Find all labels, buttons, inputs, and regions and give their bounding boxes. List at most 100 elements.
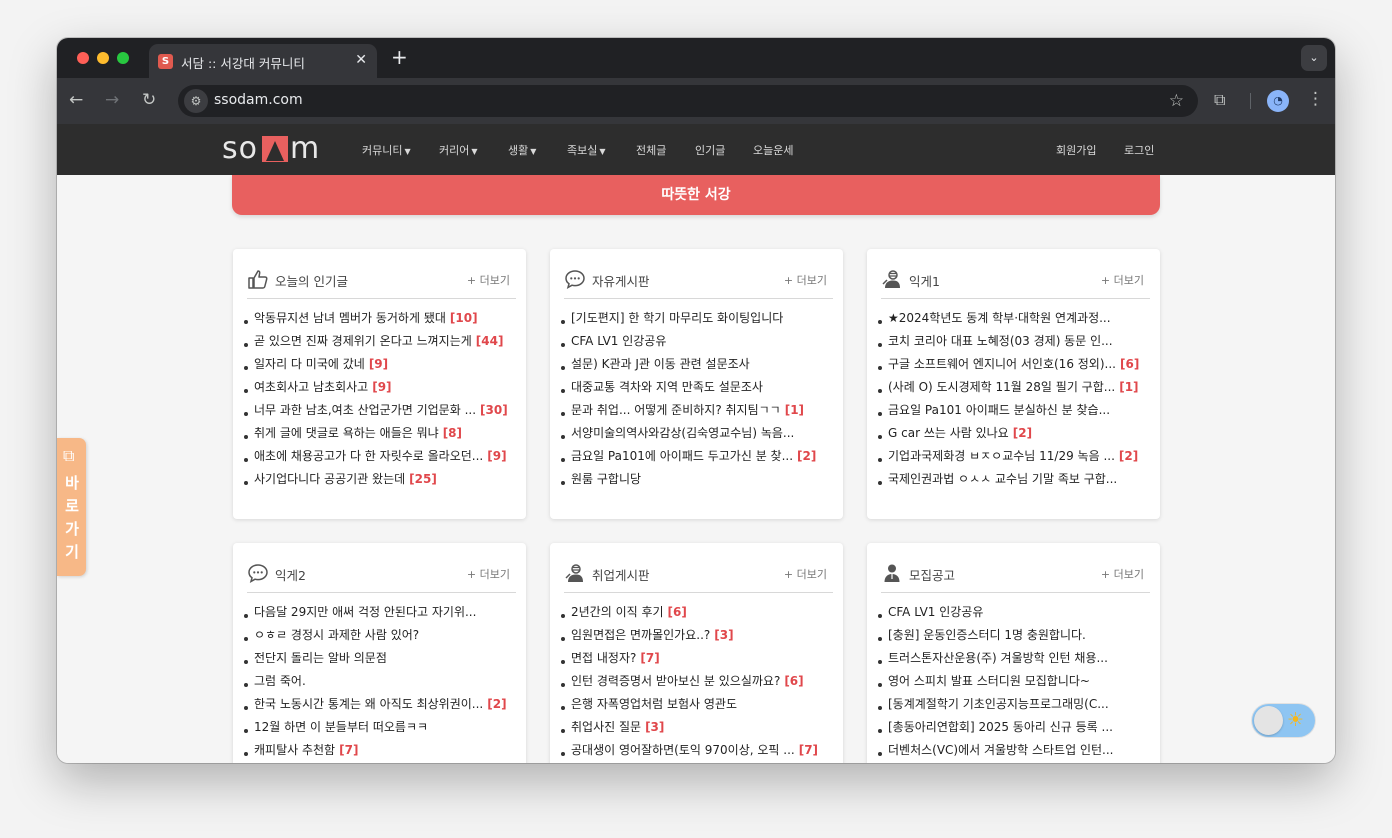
bookmark-star-icon[interactable]: ☆ [1169,91,1184,111]
post-item[interactable]: 은행 자폭영업처럼 보험사 영관도 [560,693,835,716]
post-item[interactable]: 인턴 경력증명서 받아보신 분 있으실까요? [6] [560,670,835,693]
post-item[interactable]: 곧 있으면 진짜 경제위기 온다고 느껴지는게 [44] [243,330,518,353]
browser-tab-active[interactable]: S 서담 :: 서강대 커뮤니티 ✕ [149,44,377,78]
chat-bubble-icon [565,270,585,290]
more-link[interactable]: + 더보기 [467,272,510,288]
comment-count: [2] [797,449,817,463]
post-item[interactable]: 기업과국제화경 ㅂㅈㅇ교수님 11/29 녹음 ... [2] [877,445,1152,468]
post-item[interactable]: ★2024학년도 동계 학부·대학원 연계과정... [877,307,1152,330]
post-item[interactable]: 악동뮤지션 남녀 멤버가 동거하게 됐대 [10] [243,307,518,330]
zoom-window-button[interactable] [117,52,129,64]
post-item[interactable]: 여초회사고 남초회사고 [9] [243,376,518,399]
more-link[interactable]: + 더보기 [467,566,510,582]
post-item[interactable]: G car 쓰는 사람 있나요 [2] [877,422,1152,445]
tab-search-button[interactable]: ⌄ [1301,45,1327,71]
more-link[interactable]: + 더보기 [784,566,827,582]
post-item[interactable]: 대중교통 격차와 지역 만족도 설문조사 [560,376,835,399]
post-item[interactable]: 취게 글에 댓글로 욕하는 애들은 뭐냐 [8] [243,422,518,445]
post-item[interactable]: 코치 코리아 대표 노혜정(03 경제) 동문 인... [877,330,1152,353]
svg-text:m: m [290,131,319,165]
menu-career[interactable]: 커리어 ▼ [439,142,478,158]
post-item[interactable]: 너무 과한 남초,여초 산업군가면 기업문화 ... [30] [243,399,518,422]
board-title[interactable]: 취업게시판 [592,565,650,584]
board-title[interactable]: 모집공고 [909,565,955,584]
post-item[interactable]: 공대생이 영어잘하면(토익 970이상, 오픽 ... [7] [560,739,835,762]
more-link[interactable]: + 더보기 [784,272,827,288]
post-item[interactable]: 영어 스피치 발표 스터디원 모집합니다~ [877,670,1152,693]
welcome-banner[interactable]: 따뜻한 서강 [232,175,1160,215]
post-item[interactable]: 국제인권과법 ㅇㅅㅅ 교수님 기말 족보 구합... [877,468,1152,491]
sodam-logo[interactable]: so m [222,131,337,165]
new-tab-button[interactable]: + [391,47,408,67]
post-item[interactable]: 캐피탈사 추천함 [7] [243,739,518,762]
post-item[interactable]: 한국 노동시간 통계는 왜 아직도 최상위권이... [2] [243,693,518,716]
reload-button[interactable]: ↻ [142,90,156,110]
comment-count: [25] [409,472,437,486]
post-item[interactable]: 전단지 돌리는 알바 의문점 [243,647,518,670]
post-item[interactable]: 원룸 구합니당 [560,468,835,491]
forward-button[interactable]: → [105,90,119,110]
post-item[interactable]: 구글 소프트웨어 엔지니어 서인호(16 정외)... [6] [877,353,1152,376]
board-title[interactable]: 익게2 [275,565,306,584]
theme-toggle[interactable]: ☀ [1252,704,1315,737]
post-item[interactable]: 트러스톤자산운용(주) 겨울방학 인턴 채용... [877,647,1152,670]
menu-community[interactable]: 커뮤니티 ▼ [362,142,411,158]
post-item[interactable]: 금요일 Pa101 아이패드 분실하신 분 찾습... [877,399,1152,422]
post-item[interactable]: 사기업다니다 공공기관 왔는데 [25] [243,468,518,491]
post-list: 다음달 29지만 애써 걱정 안된다고 자기위... ㅇㅎㄹ 경정시 과제한 사… [243,601,518,762]
post-item[interactable]: [동계계절학기 기초인공지능프로그래밍(C... [877,693,1152,716]
chevron-down-icon: ▼ [471,147,478,156]
post-item[interactable]: ㅇㅎㄹ 경정시 과제한 사람 있어? [243,624,518,647]
more-link[interactable]: + 더보기 [1101,272,1144,288]
board-title[interactable]: 오늘의 인기글 [275,271,348,290]
menu-all-posts[interactable]: 전체글 [636,142,666,158]
browser-menu-icon[interactable]: ⋮ [1307,89,1324,109]
shortcut-side-tab[interactable]: ⧉ 바로가기 [57,438,86,576]
site-info-icon[interactable]: ⚙ [184,89,208,113]
post-item[interactable]: 12월 하면 이 분들부터 떠오름ㅋㅋ [243,716,518,739]
comment-count: [7] [339,743,359,757]
board-title[interactable]: 익게1 [909,271,940,290]
post-item[interactable]: CFA LV1 인강공유 [560,330,835,353]
post-item[interactable]: (사례 O) 도시경제학 11월 28일 필기 구합... [1] [877,376,1152,399]
sun-icon: ☀ [1287,709,1305,731]
url-text[interactable]: ssodam.com [214,92,303,108]
toolbar-divider [1250,93,1251,109]
close-window-button[interactable] [77,52,89,64]
post-list: [기도편지] 한 학기 마무리도 화이팅입니다 CFA LV1 인강공유 설문)… [560,307,835,491]
post-item[interactable]: 애초에 채용공고가 다 한 자릿수로 올라오던... [9] [243,445,518,468]
board-title[interactable]: 자유게시판 [592,271,650,290]
menu-popular[interactable]: 인기글 [695,142,725,158]
address-bar[interactable]: ⚙ ssodam.com ☆ [178,85,1198,117]
post-item[interactable]: 면접 내정자? [7] [560,647,835,670]
profile-avatar[interactable]: ◔ [1267,90,1289,112]
post-item[interactable]: 문과 취업... 어떻게 준비하지? 취지팀ㄱㄱ [1] [560,399,835,422]
post-item[interactable]: 임원면접은 면까몰인가요..? [3] [560,624,835,647]
post-item[interactable]: [충원] 운동인증스터디 1명 충원합니다. [877,624,1152,647]
post-item[interactable]: 설문) K관과 J관 이동 관련 설문조사 [560,353,835,376]
back-button[interactable]: ← [69,90,83,110]
post-item[interactable]: 일자리 다 미국에 갔네 [9] [243,353,518,376]
minimize-window-button[interactable] [97,52,109,64]
menu-archive[interactable]: 족보실 ▼ [567,142,606,158]
post-item[interactable]: 금요일 Pa101에 아이패드 두고가신 분 찾... [2] [560,445,835,468]
post-item[interactable]: CFA LV1 인강공유 [877,601,1152,624]
signup-link[interactable]: 회원가입 [1056,142,1096,158]
menu-fortune[interactable]: 오늘운세 [753,142,793,158]
post-item[interactable]: 2년간의 이직 후기 [6] [560,601,835,624]
tab-title: 서담 :: 서강대 커뮤니티 [181,56,305,71]
post-item[interactable]: [기도편지] 한 학기 마무리도 화이팅입니다 [560,307,835,330]
post-item[interactable]: 더벤처스(VC)에서 겨울방학 스타트업 인턴... [877,739,1152,762]
tab-close-icon[interactable]: ✕ [355,52,367,68]
extensions-puzzle-icon[interactable]: ⧉ [1214,90,1225,110]
post-item[interactable]: 서양미술의역사와감상(김숙영교수님) 녹음... [560,422,835,445]
login-link[interactable]: 로그인 [1124,142,1154,158]
menu-life[interactable]: 생활 ▼ [508,142,536,158]
post-item[interactable]: 그럼 죽어. [243,670,518,693]
post-item[interactable]: 취업사진 질문 [3] [560,716,835,739]
board-header: 익게1 + 더보기 [881,259,1150,299]
post-item[interactable]: [총동아리연합회] 2025 동아리 신규 등록 ... [877,716,1152,739]
comment-count: [2] [487,697,507,711]
more-link[interactable]: + 더보기 [1101,566,1144,582]
post-item[interactable]: 다음달 29지만 애써 걱정 안된다고 자기위... [243,601,518,624]
